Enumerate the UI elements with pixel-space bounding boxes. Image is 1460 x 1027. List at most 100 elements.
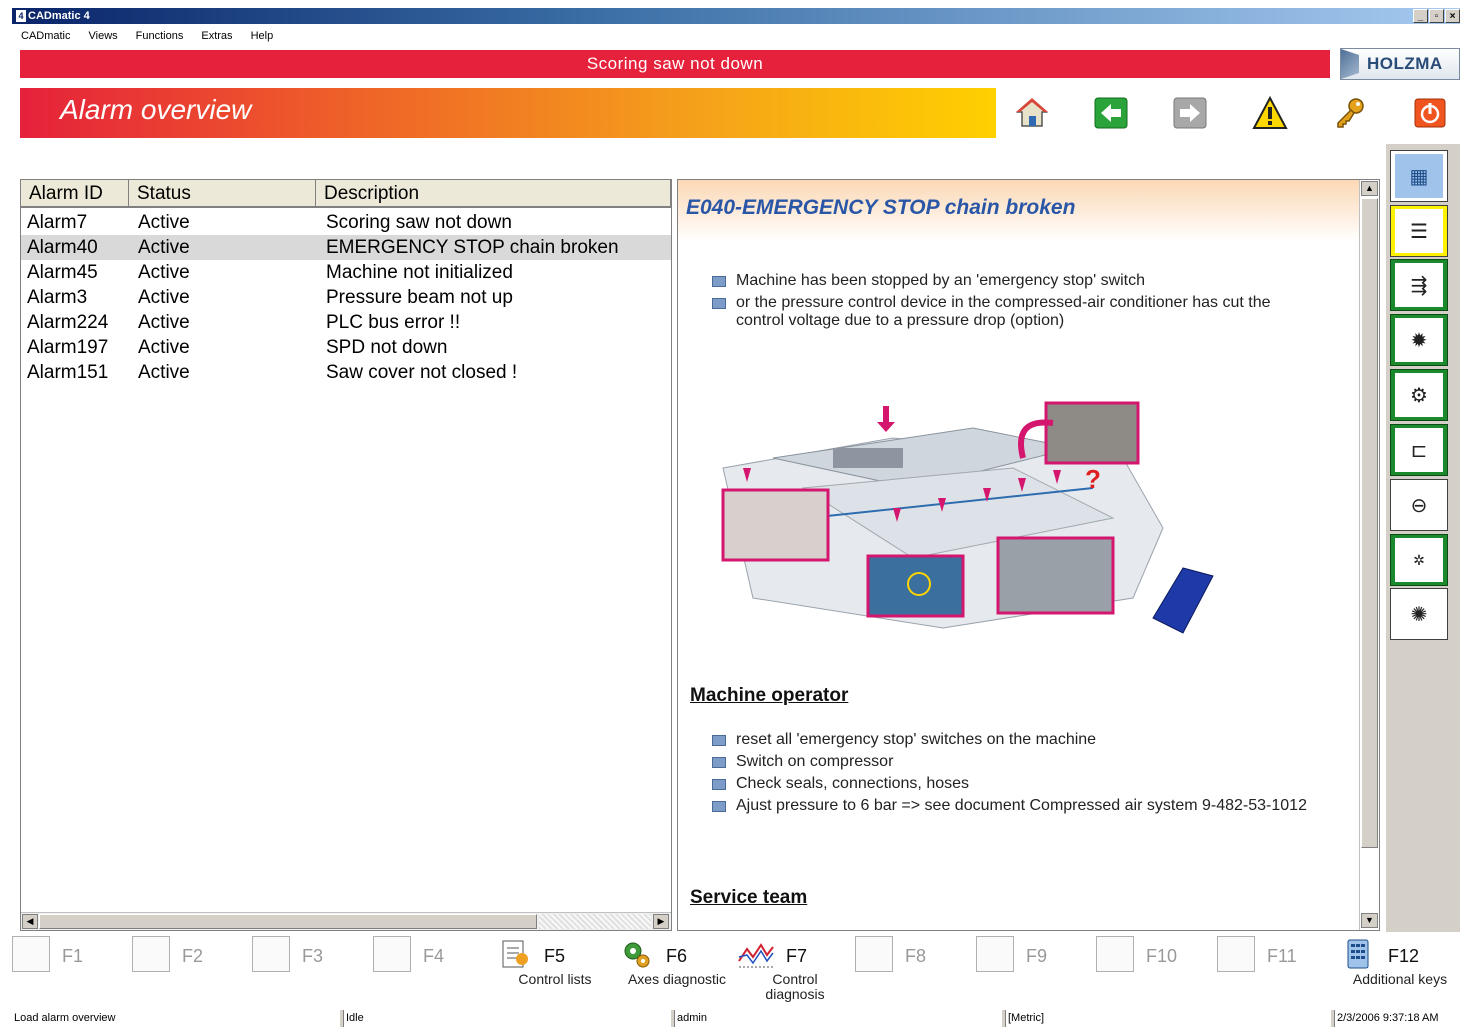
operator-step: Switch on compressor [712, 753, 1322, 771]
pusher-icon[interactable]: ⊏ [1390, 424, 1448, 476]
logo-mark [1341, 49, 1359, 79]
f4-slot [373, 936, 411, 972]
f3-button[interactable]: F3 [252, 934, 370, 1004]
f8-key-label: F8 [905, 946, 927, 966]
forward-icon[interactable] [1170, 95, 1210, 131]
cause-item: or the pressure control device in the co… [712, 294, 1322, 330]
f6-key-label: F6 [666, 946, 688, 966]
home-icon[interactable] [1012, 95, 1052, 131]
alarm-description-cell: SPD not down [326, 337, 448, 358]
cadmatic-window: 4 CADmatic 4 _ ▫ × CADmatic Views Functio… [0, 0, 1460, 1027]
column-header-description[interactable]: Description [316, 180, 671, 206]
alarm-id-cell: Alarm45 [27, 262, 98, 283]
back-icon[interactable] [1091, 95, 1131, 131]
f9-button[interactable]: F9 [976, 934, 1094, 1004]
f1-button[interactable]: F1 [12, 934, 130, 1004]
f12-key-label: F12 [1388, 946, 1420, 966]
alarm-id-cell: Alarm3 [27, 287, 88, 308]
minimize-button[interactable]: _ [1413, 9, 1428, 23]
f3-slot [252, 936, 290, 972]
f7-button[interactable]: F7 Control diagnosis [736, 934, 854, 1004]
scroll-thumb[interactable] [39, 914, 537, 929]
alarm-message-bar[interactable]: Scoring saw not down [20, 50, 1330, 78]
alarm-detail-panel: E040-EMERGENCY STOP chain broken Machine… [677, 179, 1380, 931]
f8-slot [855, 936, 893, 972]
operator-step: Check seals, connections, hoses [712, 775, 1322, 793]
svg-text:?: ? [1085, 464, 1101, 494]
scroll-left-button[interactable]: ◀ [22, 914, 38, 929]
list-icon [494, 934, 534, 974]
alarm-id-cell: Alarm151 [27, 362, 109, 383]
f6-button[interactable]: F6 Axes diagnostic [616, 934, 734, 1004]
saw-outline-icon[interactable]: ✺ [1390, 588, 1448, 640]
scroll-up-button[interactable]: ▲ [1361, 181, 1378, 196]
table-row-selected[interactable]: Alarm40 Active EMERGENCY STOP chain broken [21, 235, 671, 260]
table-row[interactable]: Alarm3 Active Pressure beam not up [21, 285, 671, 310]
f9-slot [976, 936, 1014, 972]
f8-button[interactable]: F8 [855, 934, 973, 1004]
service-heading: Service team [690, 887, 808, 908]
f12-button[interactable]: F12 Additional keys [1338, 934, 1456, 1004]
f2-key-label: F2 [182, 946, 204, 966]
alarm-id-cell: Alarm224 [27, 312, 109, 333]
f4-key-label: F4 [423, 946, 445, 966]
f2-button[interactable]: F2 [132, 934, 250, 1004]
column-header-alarm-id[interactable]: Alarm ID [21, 180, 129, 206]
f10-slot [1096, 936, 1134, 972]
alarm-description-cell: Saw cover not closed ! [326, 362, 518, 383]
f7-key-label: F7 [786, 946, 808, 966]
table-row[interactable]: Alarm151 Active Saw cover not closed ! [21, 360, 671, 385]
power-icon[interactable] [1410, 95, 1450, 131]
f10-button[interactable]: F10 [1096, 934, 1214, 1004]
f7-caption: Control diagnosis [765, 971, 825, 1002]
table-row[interactable]: Alarm197 Active SPD not down [21, 335, 671, 360]
alarm-id-cell: Alarm197 [27, 337, 109, 358]
page-header-banner: Alarm overview [20, 88, 996, 138]
feed-icon[interactable]: ⇶ [1390, 259, 1448, 311]
small-saw-icon[interactable]: ✲ [1390, 534, 1448, 586]
alarm-description-cell: Pressure beam not up [326, 287, 513, 308]
status-datetime: 2/3/2006 9:37:18 AM [1334, 1010, 1460, 1027]
menu-views[interactable]: Views [80, 26, 127, 46]
window-controls: _ ▫ × [1413, 8, 1460, 24]
detail-title: E040-EMERGENCY STOP chain broken [686, 196, 1076, 219]
f5-button[interactable]: F5 Control lists [494, 934, 612, 1004]
app-icon: 4 [16, 10, 26, 23]
key-icon[interactable] [1330, 95, 1370, 131]
menu-help[interactable]: Help [242, 26, 283, 46]
cause-list: Machine has been stopped by an 'emergenc… [712, 272, 1322, 334]
table-row[interactable]: Alarm7 Active Scoring saw not down [21, 210, 671, 235]
saw-icon[interactable]: ✹ [1390, 314, 1448, 366]
alarm-list-panel: Alarm ID Status Description Alarm7 Active… [20, 179, 672, 931]
lift-icon[interactable]: ⊖ [1390, 479, 1448, 531]
menu-cadmatic[interactable]: CADmatic [12, 26, 80, 46]
menu-functions[interactable]: Functions [127, 26, 193, 46]
alarm-status-cell: Active [138, 362, 190, 383]
close-button[interactable]: × [1445, 9, 1460, 23]
scroll-right-button[interactable]: ▶ [653, 914, 669, 929]
status-bar: Load alarm overview Idle admin [Metric] … [12, 1010, 1460, 1027]
page-title: Alarm overview [60, 94, 252, 125]
operator-step: Ajust pressure to 6 bar => see document … [712, 797, 1322, 815]
f11-button[interactable]: F11 [1217, 934, 1335, 1004]
vertical-scrollbar[interactable]: ▲ ▼ [1359, 180, 1379, 930]
keypad-icon[interactable]: ▦ [1390, 150, 1448, 202]
alarm-description-cell: PLC bus error !! [326, 312, 461, 333]
machine-function-sidebar: ▦ ☰ ⇶ ✹ ⚙ ⊏ ⊖ ✲ ✺ [1386, 144, 1460, 936]
scroll-thumb[interactable] [1361, 198, 1378, 848]
f11-key-label: F11 [1267, 946, 1297, 966]
f2-slot [132, 936, 170, 972]
table-row[interactable]: Alarm45 Active Machine not initialized [21, 260, 671, 285]
table-row[interactable]: Alarm224 Active PLC bus error !! [21, 310, 671, 335]
f4-button[interactable]: F4 [373, 934, 491, 1004]
warning-icon[interactable] [1250, 95, 1290, 131]
alarm-id-cell: Alarm40 [27, 237, 98, 258]
column-header-status[interactable]: Status [129, 180, 316, 206]
scroll-down-button[interactable]: ▼ [1361, 913, 1378, 928]
scroll-track[interactable] [539, 914, 651, 929]
saw-cut-icon[interactable]: ⚙ [1390, 369, 1448, 421]
stack-icon[interactable]: ☰ [1390, 205, 1448, 257]
menu-extras[interactable]: Extras [192, 26, 241, 46]
restore-button[interactable]: ▫ [1429, 9, 1444, 23]
horizontal-scrollbar[interactable]: ◀ ▶ [21, 912, 671, 930]
